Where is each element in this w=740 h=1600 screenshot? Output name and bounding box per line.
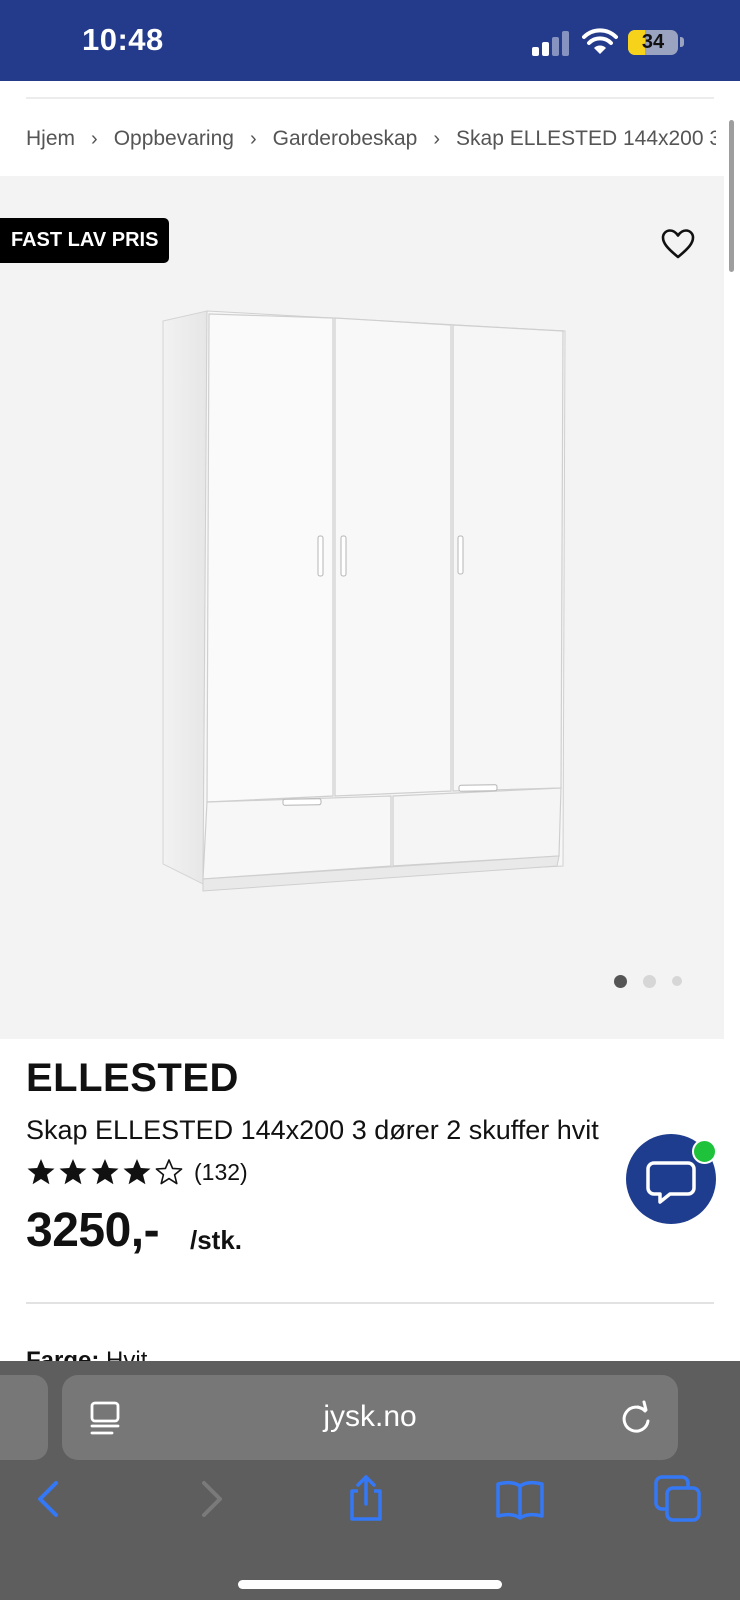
address-bar[interactable]: jysk.no — [62, 1375, 678, 1460]
breadcrumb-separator: › — [433, 127, 441, 150]
product-rating[interactable]: (132) — [26, 1156, 248, 1188]
price-unit: /stk. — [190, 1225, 243, 1255]
url-text[interactable]: jysk.no — [62, 1400, 678, 1434]
back-icon[interactable] — [24, 1473, 76, 1525]
image-pagination[interactable] — [614, 974, 698, 988]
tabs-icon[interactable] — [652, 1473, 704, 1525]
battery-indicator: 34 — [628, 30, 678, 55]
product-gallery[interactable]: FAST LAV PRIS — [0, 176, 724, 1039]
header-divider — [26, 97, 714, 99]
status-time: 10:48 — [82, 22, 164, 57]
browser-toolbar: jysk.no — [0, 1361, 740, 1600]
bookmarks-icon[interactable] — [494, 1473, 546, 1525]
battery-tip — [680, 37, 684, 47]
home-indicator[interactable] — [238, 1580, 502, 1589]
page-scrollbar[interactable] — [729, 120, 734, 272]
chat-online-indicator — [692, 1139, 717, 1164]
share-icon[interactable] — [340, 1473, 392, 1525]
image-dot-1[interactable] — [614, 974, 627, 988]
star-filled-icon — [123, 1159, 151, 1185]
product-price: 3250,- — [26, 1204, 160, 1257]
forward-icon[interactable] — [184, 1473, 236, 1525]
wifi-icon — [582, 28, 618, 54]
product-image-wardrobe[interactable] — [155, 306, 585, 906]
battery-percentage: 34 — [641, 31, 665, 53]
star-filled-icon — [27, 1159, 55, 1185]
image-dot-2[interactable] — [643, 974, 656, 988]
breadcrumb: Hjem › Oppbevaring › Garderobeskap › Ska… — [26, 124, 716, 154]
status-bar: 10:48 34 — [0, 0, 740, 81]
breadcrumb-oppbevaring[interactable]: Oppbevaring — [114, 127, 234, 151]
fast-lav-pris-badge: FAST LAV PRIS — [0, 218, 170, 263]
breadcrumb-separator: › — [91, 127, 98, 150]
star-empty-icon — [155, 1159, 183, 1185]
info-divider — [26, 1302, 714, 1304]
color-option[interactable]: Farge: Hvit — [26, 1343, 147, 1363]
heart-outline-icon[interactable] — [661, 228, 695, 260]
breadcrumb-current: Skap ELLESTED 144x200 3 — [456, 127, 716, 150]
star-filled-icon — [91, 1159, 119, 1185]
breadcrumb-home[interactable]: Hjem — [26, 127, 75, 151]
image-dot-3[interactable] — [672, 976, 682, 986]
previous-tab-preview[interactable] — [0, 1375, 48, 1460]
breadcrumb-separator: › — [249, 127, 257, 150]
reload-icon[interactable] — [618, 1399, 654, 1437]
product-brand: ELLESTED — [26, 1056, 239, 1100]
cellular-signal-icon — [532, 30, 572, 56]
review-count[interactable]: (132) — [194, 1159, 248, 1186]
star-filled-icon — [59, 1159, 87, 1185]
breadcrumb-garderobeskap[interactable]: Garderobeskap — [273, 127, 418, 151]
product-title: Skap ELLESTED 144x200 3 dører 2 skuffer … — [26, 1115, 599, 1145]
